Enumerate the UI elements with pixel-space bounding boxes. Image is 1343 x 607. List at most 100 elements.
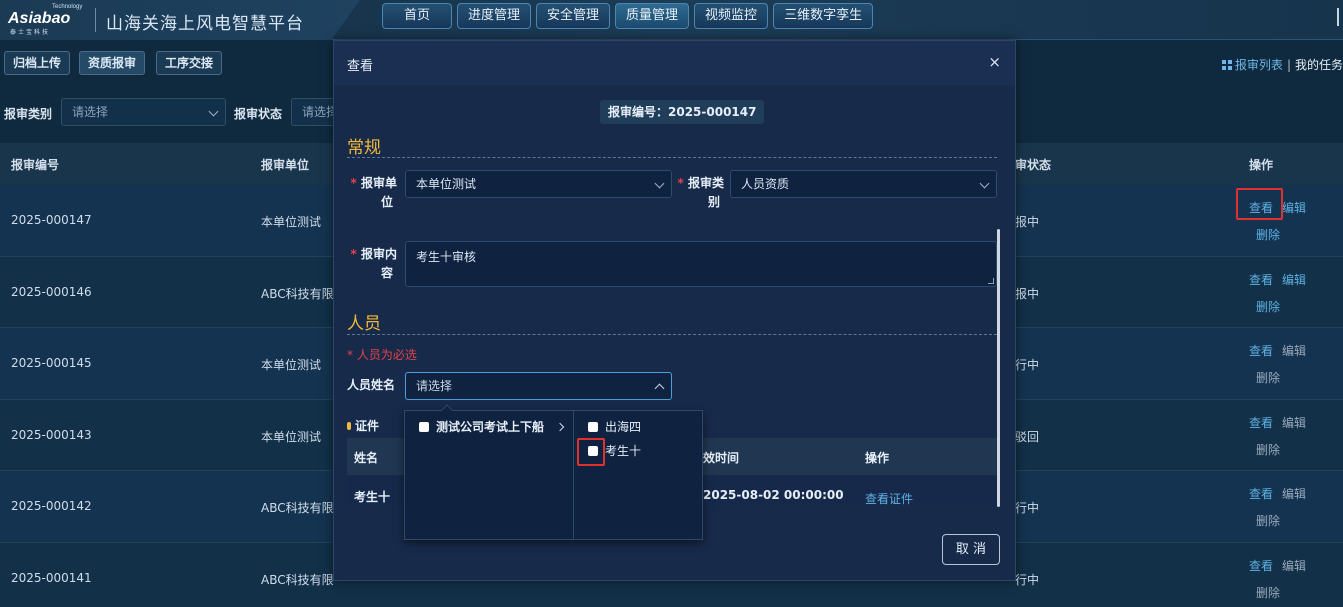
resize-handle-icon[interactable] (988, 278, 994, 284)
main-nav: 首页 进度管理 安全管理 质量管理 视频监控 三维数字孪生 (382, 3, 874, 29)
review-code-badge: 报审编号：2025-000147 (600, 100, 765, 124)
header-unit: 报审单位 (261, 158, 310, 172)
unit-label: * 报审单 位 (350, 176, 397, 209)
my-tasks-link[interactable]: 我的任务 (1295, 58, 1343, 72)
header-ops: 操作 (1249, 158, 1274, 172)
app-title: 山海关海上风电智慧平台 (106, 14, 304, 34)
row-unit: 本单位测试 (261, 358, 322, 372)
row-status: 报中 (1015, 286, 1040, 301)
cascader-option-person-1[interactable]: 出海四 (574, 415, 704, 439)
edit-link[interactable]: 编辑 (1282, 271, 1306, 288)
row-status: 报中 (1015, 215, 1040, 229)
row-status: 行中 (1015, 358, 1040, 372)
filter-type-label: 报审类别 (4, 107, 53, 121)
checkbox-icon[interactable] (419, 422, 429, 432)
nav-digital-twin[interactable]: 三维数字孪生 (773, 3, 874, 29)
logo-mark: Asiabao (8, 10, 71, 27)
nav-video[interactable]: 视频监控 (694, 3, 769, 29)
filter-bar: 报审类别 请选择 报审状态 请选择 (0, 96, 340, 128)
delete-link[interactable]: 删除 (1256, 584, 1280, 601)
people-required-hint: * 人员为必选 (347, 348, 417, 362)
content-textarea[interactable]: 考生十审核 (405, 241, 997, 287)
chevron-right-icon (555, 422, 565, 432)
archive-upload-tab[interactable]: 归档上传 (4, 51, 71, 75)
nav-quality[interactable]: 质量管理 (615, 3, 690, 29)
row-code: 2025-000142 (11, 499, 92, 513)
header-status: 审状态 (1015, 158, 1052, 172)
section-general-title: 常规 (347, 138, 381, 158)
section-people-title: 人员 (347, 314, 381, 334)
row-status: 行中 (1015, 501, 1040, 515)
content-value: 考生十审核 (416, 250, 477, 264)
view-link[interactable]: 查看 (1249, 414, 1273, 431)
grid-icon (1221, 60, 1232, 70)
view-cert-link[interactable]: 查看证件 (865, 490, 913, 505)
section-divider (347, 157, 997, 158)
section-dot-icon (347, 422, 351, 430)
dialog-title: 查看 (347, 59, 374, 74)
cert-header-op: 操作 (865, 451, 890, 465)
view-link[interactable]: 查看 (1249, 271, 1273, 288)
cert-label: 证件 (347, 417, 379, 434)
logo-area: Technology Asiabao 泰士宝科技 山海关海上风电智慧平台 (0, 0, 360, 40)
cert-header-name: 姓名 (354, 451, 379, 465)
person-cascader-dropdown: 测试公司考试上下船 出海四 考生十 (404, 404, 704, 540)
cascader-level-1: 测试公司考试上下船 (405, 411, 574, 539)
chevron-down-icon (654, 178, 665, 189)
edit-link[interactable]: 编辑 (1282, 557, 1306, 574)
row-unit: 本单位测试 (261, 215, 322, 229)
row-code: 2025-000143 (11, 427, 92, 442)
row-code: 2025-000141 (11, 570, 92, 585)
top-header: Technology Asiabao 泰士宝科技 山海关海上风电智慧平台 首页 … (0, 0, 1343, 40)
unit-select[interactable]: 本单位测试 (405, 170, 672, 198)
dialog-scrollbar[interactable] (997, 229, 1000, 507)
view-link[interactable]: 查看 (1249, 557, 1273, 574)
checkbox-icon[interactable] (588, 422, 598, 432)
edit-link[interactable]: 编辑 (1282, 199, 1306, 216)
view-link[interactable]: 查看 (1249, 485, 1273, 502)
delete-link[interactable]: 删除 (1256, 441, 1280, 458)
dialog-header: 查看 × (334, 41, 1015, 85)
row-status: 行中 (1015, 572, 1040, 587)
option-label: 出海四 (605, 420, 642, 434)
edit-link[interactable]: 编辑 (1282, 485, 1306, 502)
name-placeholder: 请选择 (416, 379, 453, 393)
row-code: 2025-000145 (11, 356, 92, 370)
filter-type-select[interactable]: 请选择 (61, 98, 226, 126)
qualification-review-tab[interactable]: 资质报审 (79, 51, 146, 75)
delete-link[interactable]: 删除 (1256, 226, 1280, 243)
edit-link[interactable]: 编辑 (1282, 342, 1306, 359)
option-label: 考生十 (605, 444, 642, 458)
right-links: 报审列表 | 我的任务 (1221, 56, 1343, 73)
process-handover-tab[interactable]: 工序交接 (156, 51, 223, 75)
row-code: 2025-000146 (11, 284, 92, 299)
highlight-checkbox-box (577, 438, 605, 466)
header-code: 报审编号 (11, 158, 60, 172)
person-name-select[interactable]: 请选择 (405, 372, 672, 400)
cert-expire: 2025-08-02 00:00:00 (703, 488, 844, 502)
delete-link[interactable]: 删除 (1256, 298, 1280, 315)
collapse-icon[interactable] (1329, 8, 1339, 26)
review-list-link[interactable]: 报审列表 (1235, 58, 1283, 72)
row-status: 驳回 (1015, 429, 1040, 444)
cancel-button[interactable]: 取 消 (942, 534, 1000, 565)
nav-home[interactable]: 首页 (382, 3, 452, 29)
close-icon[interactable]: × (988, 53, 1001, 71)
edit-link[interactable]: 编辑 (1282, 414, 1306, 431)
delete-link[interactable]: 删除 (1256, 369, 1280, 386)
cert-header-expire: 效时间 (703, 451, 740, 465)
row-unit: ABC科技有限 (261, 501, 334, 515)
chevron-down-icon (979, 178, 990, 189)
type-select[interactable]: 人员资质 (730, 170, 997, 198)
nav-safety[interactable]: 安全管理 (536, 3, 611, 29)
cascader-option-company[interactable]: 测试公司考试上下船 (405, 415, 573, 439)
row-unit: 本单位测试 (261, 429, 322, 444)
view-link[interactable]: 查看 (1249, 342, 1273, 359)
nav-progress[interactable]: 进度管理 (457, 3, 532, 29)
filter-type-placeholder: 请选择 (72, 105, 109, 119)
delete-link[interactable]: 删除 (1256, 512, 1280, 529)
company-logo: Technology Asiabao 泰士宝科技 (6, 4, 86, 36)
logo-subtitle: 泰士宝科技 (10, 29, 51, 36)
section-divider (347, 334, 997, 335)
link-separator: | (1286, 58, 1291, 72)
